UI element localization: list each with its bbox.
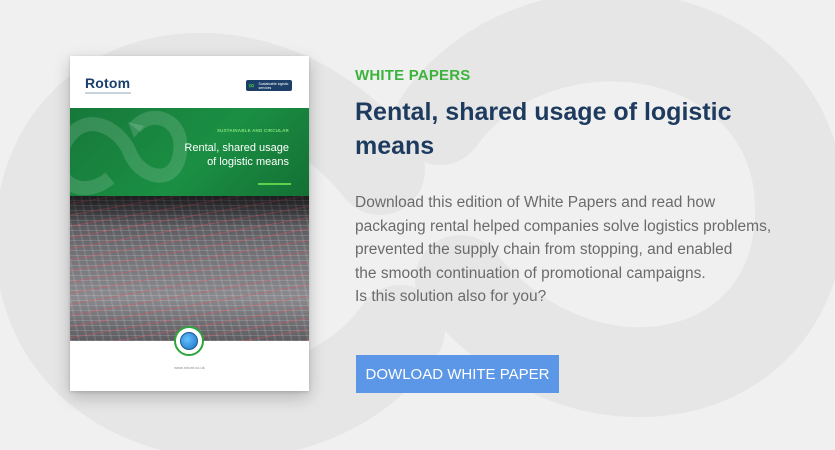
description-line: packaging rental helped companies solve …	[355, 217, 772, 235]
globe-inner	[180, 332, 198, 350]
cover-accent-line	[258, 183, 291, 185]
description-line: Download this edition of White Papers an…	[355, 194, 716, 211]
cover-title-line: Rental, shared usage	[184, 142, 289, 154]
photo-shade	[70, 196, 309, 226]
badge-text: Sustainable logistic services	[258, 81, 289, 90]
globe-icon	[174, 326, 204, 356]
white-paper-cover[interactable]: Rotom ∞ Sustainable logistic services SU…	[70, 56, 309, 391]
logo-tagline-bar	[85, 92, 131, 94]
cover-title: Rental, shared usage of logistic means	[139, 141, 289, 169]
description-line: the smooth continuation of promotional c…	[355, 264, 706, 282]
infinity-icon: ∞	[248, 81, 255, 90]
description-line: prevented the supply chain from stopping…	[355, 241, 733, 258]
page-title: Rental, shared usage of logistic means	[355, 98, 732, 160]
description-line: Is this solution also for you?	[355, 288, 547, 305]
sustainable-logistics-badge: ∞ Sustainable logistic services	[246, 80, 292, 91]
cover-url: www.rotom.co.uk	[174, 365, 205, 370]
cover-title-line: of logistic means	[207, 156, 289, 168]
section-eyebrow: WHITE PAPERS	[355, 67, 471, 84]
download-white-paper-button[interactable]: DOWLOAD WHITE PAPER	[356, 355, 559, 393]
description-text: Download this edition of White Papers an…	[355, 191, 805, 309]
rotom-logo: Rotom	[85, 75, 131, 91]
cover-eyebrow: SUSTAINABLE AND CIRCULAR	[216, 128, 289, 133]
